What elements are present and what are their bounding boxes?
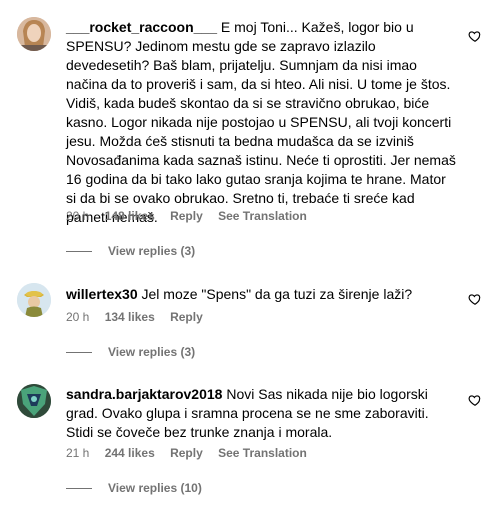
replies-divider (66, 352, 92, 354)
likes-count[interactable]: 244 likes (105, 446, 155, 460)
comment-time: 20 h (66, 209, 90, 223)
see-translation-button[interactable]: See Translation (218, 209, 307, 223)
avatar[interactable] (17, 283, 51, 317)
comment-body: Jel moze "Spens" da ga tuzi za širenje l… (141, 286, 413, 302)
likes-count[interactable]: 134 likes (105, 310, 155, 324)
comment-body: E moj Toni... Kažeš, logor bio u SPENSU?… (66, 19, 456, 225)
avatar-image (17, 283, 51, 317)
reply-button[interactable]: Reply (170, 209, 203, 223)
reply-button[interactable]: Reply (170, 446, 203, 460)
likes-count[interactable]: 148 likes (105, 209, 155, 223)
comment-meta: 20 h 134 likes Reply (66, 310, 215, 324)
avatar-image (17, 384, 51, 418)
heart-outline-icon[interactable] (468, 29, 482, 43)
view-replies-label[interactable]: View replies (3) (108, 244, 195, 258)
view-replies-label[interactable]: View replies (3) (108, 345, 195, 359)
comment-meta: 21 h 244 likes Reply See Translation (66, 446, 319, 460)
comment-username[interactable]: sandra.barjaktarov2018 (66, 386, 222, 402)
comment-username[interactable]: ___rocket_raccoon___ (66, 19, 217, 35)
replies-divider (66, 488, 92, 490)
avatar-image (17, 17, 51, 51)
heart-outline-icon[interactable] (468, 292, 482, 306)
comment-username[interactable]: willertex30 (66, 286, 138, 302)
replies-divider (66, 251, 92, 253)
comment-meta: 20 h 148 likes Reply See Translation (66, 209, 319, 223)
view-replies-button[interactable]: View replies (3) (66, 345, 195, 359)
avatar[interactable] (17, 384, 51, 418)
avatar[interactable] (17, 17, 51, 51)
view-replies-label[interactable]: View replies (10) (108, 481, 202, 495)
comment-time: 21 h (66, 446, 90, 460)
view-replies-button[interactable]: View replies (3) (66, 244, 195, 258)
view-replies-button[interactable]: View replies (10) (66, 481, 202, 495)
comment-text: willertex30 Jel moze "Spens" da ga tuzi … (66, 285, 458, 304)
reply-button[interactable]: Reply (170, 310, 203, 324)
see-translation-button[interactable]: See Translation (218, 446, 307, 460)
heart-outline-icon[interactable] (468, 393, 482, 407)
comment-text: ___rocket_raccoon___ E moj Toni... Kažeš… (66, 18, 458, 227)
comment-time: 20 h (66, 310, 90, 324)
comment-text: sandra.barjaktarov2018 Novi Sas nikada n… (66, 385, 458, 442)
